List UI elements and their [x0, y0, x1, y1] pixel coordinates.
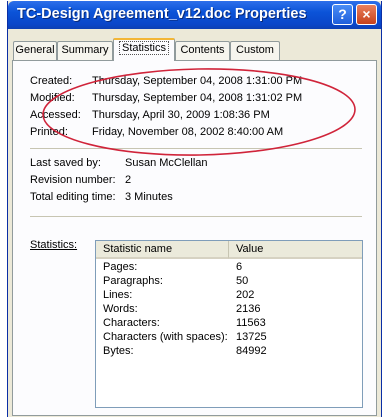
properties-dialog: TC-Design Agreement_v12.doc Properties ?… [7, 1, 382, 417]
created-label: Created: [30, 75, 73, 87]
statistics-label: Statistics: [30, 239, 78, 251]
tab-summary[interactable]: Summary [57, 41, 113, 60]
stat-name-characters: Characters: [103, 317, 160, 329]
stat-name-pages: Pages: [103, 261, 138, 273]
window-title: TC-Design Agreement_v12.doc Properties [17, 6, 307, 22]
accessed-label: Accessed: [30, 109, 81, 121]
stat-name-characters-with-spaces: Characters (with spaces): [103, 331, 228, 343]
stat-name-words: Words: [103, 303, 138, 315]
title-bar[interactable]: TC-Design Agreement_v12.doc Properties ?… [8, 1, 381, 29]
stat-value-characters-with-spaces: 13725 [236, 331, 267, 343]
created-value: Thursday, September 04, 2008 1:31:00 PM [92, 75, 303, 87]
tab-general[interactable]: General [13, 41, 57, 60]
tab-contents[interactable]: Contents [175, 41, 230, 60]
tab-statistics-label: Statistics [118, 41, 169, 55]
revision-value: 2 [125, 174, 132, 186]
tab-statistics[interactable]: Statistics [113, 38, 175, 61]
editing-time-value: 3 Minutes [125, 191, 173, 203]
printed-value: Friday, November 08, 2002 8:40:00 AM [92, 126, 284, 138]
column-header-name[interactable]: Statistic name [96, 241, 229, 259]
modified-label: Modified: [30, 92, 75, 104]
divider [30, 216, 362, 217]
revision-label: Revision number: [30, 174, 116, 186]
stat-name-paragraphs: Paragraphs: [103, 275, 163, 287]
last-saved-value: Susan McClellan [125, 157, 208, 169]
stat-value-lines: 202 [236, 289, 255, 301]
editing-time-label: Total editing time: [30, 191, 116, 203]
modified-value: Thursday, September 04, 2008 1:31:02 PM [92, 92, 303, 104]
stat-value-bytes: 84992 [236, 345, 267, 357]
stat-value-words: 2136 [236, 303, 261, 315]
tab-custom[interactable]: Custom [230, 41, 280, 60]
stat-value-characters: 11563 [236, 317, 266, 329]
accessed-value: Thursday, April 30, 2009 1:08:36 PM [92, 109, 270, 121]
divider [30, 148, 362, 149]
last-saved-label: Last saved by: [30, 157, 101, 169]
printed-label: Printed: [30, 126, 68, 138]
statistics-list[interactable]: Statistic name Value Pages: 6 Paragraphs… [95, 240, 363, 408]
help-button[interactable]: ? [332, 4, 353, 25]
stat-name-bytes: Bytes: [103, 345, 134, 357]
statistics-panel: Created: Thursday, September 04, 2008 1:… [12, 60, 377, 416]
close-button[interactable]: × [356, 4, 377, 25]
column-header-value[interactable]: Value [229, 241, 362, 259]
stat-value-paragraphs: 50 [236, 275, 249, 287]
stat-value-pages: 6 [236, 261, 243, 273]
stat-name-lines: Lines: [103, 289, 133, 301]
